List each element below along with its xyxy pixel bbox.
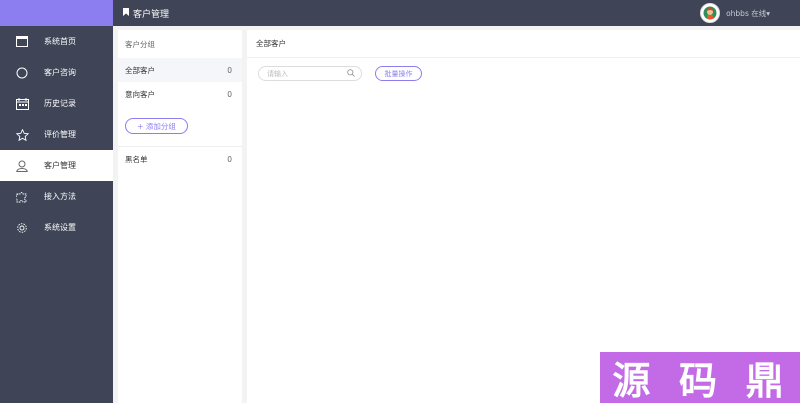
sidebar-item-home[interactable]: 系统首页 bbox=[0, 26, 113, 57]
star-icon bbox=[0, 128, 44, 141]
group-item-label: 黑名单 bbox=[125, 154, 148, 164]
group-item-count: 0 bbox=[227, 65, 232, 75]
calendar-icon bbox=[0, 97, 44, 110]
watermark-char: 码 bbox=[678, 359, 721, 403]
puzzle-icon bbox=[0, 191, 44, 203]
sidebar-item-label: 接入方法 bbox=[44, 192, 76, 201]
watermark-char: 源 bbox=[612, 359, 655, 403]
page-title: 客户管理 bbox=[123, 7, 169, 20]
search-box bbox=[258, 66, 362, 81]
brand-logo-area bbox=[0, 0, 113, 26]
sidebar-item-settings[interactable]: 系统设置 bbox=[0, 212, 113, 243]
sidebar-item-integration[interactable]: 接入方法 bbox=[0, 181, 113, 212]
avatar[interactable] bbox=[700, 3, 721, 23]
sidebar: 系统首页 客户咨询 历史记录 评价管理 客户管理 接入方法 系统设置 bbox=[0, 0, 113, 403]
sidebar-item-reviews[interactable]: 评价管理 bbox=[0, 119, 113, 150]
sidebar-item-customers[interactable]: 客户管理 bbox=[0, 150, 113, 181]
main-panel-title: 全部客户 bbox=[247, 30, 800, 58]
customer-group-panel: 客户分组 全部客户 0 意向客户 0 + 添加分组 黑名单 0 bbox=[118, 30, 242, 403]
group-item-prospects[interactable]: 意向客户 0 bbox=[118, 82, 242, 106]
top-bar: 客户管理 ohbbs 在线▾ bbox=[113, 0, 800, 26]
username[interactable]: ohbbs 在线▾ bbox=[726, 8, 770, 19]
group-item-blacklist[interactable]: 黑名单 0 bbox=[118, 147, 242, 171]
watermark-char: 鼎 bbox=[745, 359, 788, 403]
group-item-all[interactable]: 全部客户 0 bbox=[118, 58, 242, 82]
group-item-label: 全部客户 bbox=[125, 65, 155, 75]
bookmark-icon bbox=[123, 7, 129, 19]
group-item-count: 0 bbox=[227, 89, 232, 99]
watermark-logo: 源 码 鼎 bbox=[600, 352, 800, 403]
group-item-count: 0 bbox=[227, 154, 232, 164]
sidebar-item-label: 评价管理 bbox=[44, 130, 76, 139]
window-icon bbox=[0, 36, 44, 47]
sidebar-item-label: 系统首页 bbox=[44, 37, 76, 46]
sidebar-item-label: 历史记录 bbox=[44, 99, 76, 108]
group-panel-title: 客户分组 bbox=[125, 39, 155, 49]
sidebar-item-label: 系统设置 bbox=[44, 223, 76, 232]
main-panel: 全部客户 批量操作 bbox=[247, 30, 800, 403]
page-title-text: 客户管理 bbox=[133, 9, 170, 20]
chat-circle-icon bbox=[0, 67, 44, 79]
user-menu[interactable]: ohbbs 在线▾ bbox=[700, 3, 770, 23]
add-group-button[interactable]: + 添加分组 bbox=[125, 118, 188, 134]
sidebar-item-label: 客户管理 bbox=[44, 161, 76, 170]
group-item-label: 意向客户 bbox=[125, 89, 155, 99]
toolbar: 批量操作 bbox=[247, 66, 800, 81]
sidebar-item-label: 客户咨询 bbox=[44, 68, 76, 77]
sidebar-item-consult[interactable]: 客户咨询 bbox=[0, 57, 113, 88]
gear-icon bbox=[0, 222, 44, 234]
user-icon bbox=[0, 160, 44, 172]
batch-operation-button[interactable]: 批量操作 bbox=[375, 66, 422, 81]
sidebar-item-history[interactable]: 历史记录 bbox=[0, 88, 113, 119]
search-input[interactable] bbox=[267, 69, 347, 78]
search-icon[interactable] bbox=[347, 68, 355, 79]
